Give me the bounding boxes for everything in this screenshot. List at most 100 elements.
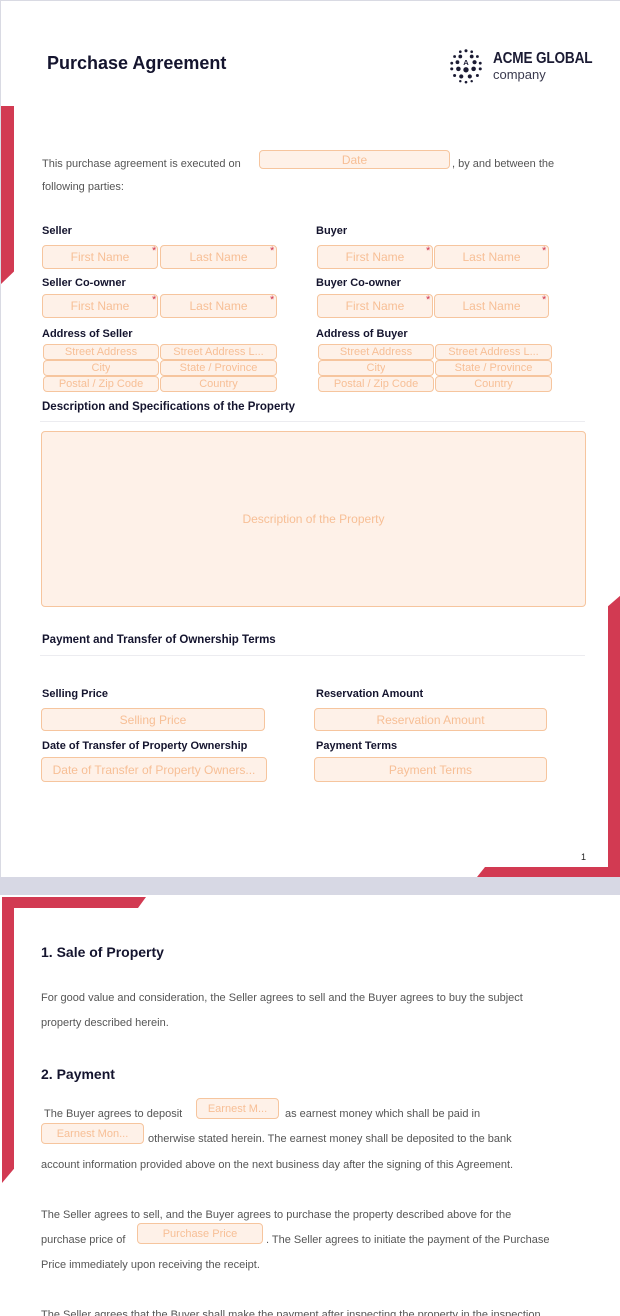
buyer-city-placeholder: City [366, 362, 386, 374]
transfer-date-field[interactable]: Date of Transfer of Property Owners... [41, 757, 267, 782]
required-mark: * [152, 245, 157, 257]
accent-bar-left [1, 106, 14, 284]
buyer-street-placeholder: Street Address [339, 346, 413, 358]
buyer-address-label: Address of Buyer [316, 328, 408, 340]
selling-price-field[interactable]: Selling Price [41, 708, 265, 731]
seller-address-label: Address of Seller [42, 328, 133, 340]
buyer-coowner-first-name-placeholder: First Name [345, 299, 405, 313]
accent-bar-left [2, 897, 14, 1183]
buyer-country-field[interactable]: Country [435, 376, 552, 392]
buyer-coowner-first-name-field[interactable]: First Name [317, 294, 433, 318]
globe-dots-icon: A [450, 49, 482, 84]
divider [40, 421, 585, 422]
purchase-price-field[interactable]: Purchase Price [137, 1223, 263, 1244]
reservation-amount-label: Reservation Amount [316, 688, 424, 700]
document-page-2: 1. Sale of Property For good value and c… [0, 895, 620, 1316]
accent-bar-top [2, 897, 146, 908]
payment-terms-heading: Payment and Transfer of Ownership Terms [42, 634, 276, 646]
buyer-street2-placeholder: Street Address L... [448, 346, 539, 358]
page-separator [0, 877, 620, 895]
reservation-amount-placeholder: Reservation Amount [376, 712, 485, 727]
buyer-coowner-last-name-field[interactable]: Last Name [434, 294, 549, 318]
seller-city-placeholder: City [91, 362, 111, 374]
earnest-money-placeholder: Earnest M... [207, 1102, 268, 1115]
seller-state-placeholder: State / Province [179, 362, 258, 374]
payment-text-1b: as earnest money which shall be paid in [285, 1108, 481, 1120]
payment-text-2c: . The Seller agrees to initiate the paym… [266, 1234, 550, 1246]
svg-text:A: A [463, 58, 469, 67]
earnest-money-terms-placeholder: Earnest Mon... [56, 1127, 129, 1140]
payment-text-2a: The Seller agrees to sell, and the Buyer… [41, 1209, 512, 1221]
required-mark: * [542, 294, 547, 306]
payment-text-1a: The Buyer agrees to deposit [44, 1108, 183, 1120]
seller-coowner-first-name-field[interactable]: First Name [42, 294, 158, 318]
page-number: 1 [581, 852, 587, 862]
required-mark: * [270, 294, 275, 306]
buyer-first-name-field[interactable]: First Name [317, 245, 433, 269]
seller-street-address-field[interactable]: Street Address [43, 344, 159, 360]
section-2-heading: 2. Payment [41, 1066, 115, 1082]
reservation-amount-field[interactable]: Reservation Amount [314, 708, 547, 731]
intro-text-after: , by and between the [452, 158, 555, 170]
payment-text-2d: Price immediately upon receiving the rec… [41, 1259, 260, 1271]
required-mark: * [542, 245, 547, 257]
payment-text-2b: purchase price of [41, 1234, 126, 1246]
page-title: Purchase Agreement [47, 53, 227, 73]
intro-text-line2: following parties: [42, 181, 124, 193]
payment-text-1d: account information provided above on th… [41, 1159, 514, 1171]
payment-text-3a: The Seller agrees that the Buyer shall m… [41, 1309, 541, 1316]
payment-terms-field[interactable]: Payment Terms [314, 757, 547, 782]
seller-street2-placeholder: Street Address L... [173, 346, 264, 358]
accent-bar-right [608, 595, 620, 877]
buyer-street-address-field[interactable]: Street Address [318, 344, 434, 360]
buyer-city-field[interactable]: City [318, 360, 434, 376]
required-mark: * [152, 294, 157, 306]
document-page-1: Purchase Agreement A ACME GLOBAL company… [0, 0, 620, 877]
section-1-line-2: property described herein. [41, 1017, 169, 1029]
payment-text-1c: otherwise stated herein. The earnest mon… [148, 1133, 512, 1145]
buyer-state-placeholder: State / Province [454, 362, 533, 374]
date-placeholder: Date [341, 152, 368, 167]
description-heading: Description and Specifications of the Pr… [42, 401, 296, 413]
seller-zip-field[interactable]: Postal / Zip Code [43, 376, 159, 392]
seller-country-placeholder: Country [199, 378, 238, 390]
description-placeholder: Description of the Property [242, 512, 385, 526]
section-1-heading: 1. Sale of Property [41, 944, 164, 960]
divider [40, 655, 585, 656]
buyer-last-name-field[interactable]: Last Name [434, 245, 549, 269]
seller-coowner-first-name-placeholder: First Name [70, 299, 130, 313]
payment-terms-placeholder: Payment Terms [388, 762, 473, 777]
buyer-street-address-line2-field[interactable]: Street Address L... [435, 344, 552, 360]
buyer-coowner-label: Buyer Co-owner [316, 277, 401, 289]
buyer-label: Buyer [316, 225, 348, 237]
seller-zip-placeholder: Postal / Zip Code [58, 378, 144, 390]
seller-state-field[interactable]: State / Province [160, 360, 277, 376]
logo-subtitle: company [493, 66, 546, 82]
purchase-price-placeholder: Purchase Price [162, 1227, 238, 1240]
seller-street-placeholder: Street Address [64, 346, 138, 358]
transfer-date-label: Date of Transfer of Property Ownership [42, 740, 248, 752]
accent-bar-bottom [477, 867, 620, 877]
earnest-money-terms-field[interactable]: Earnest Mon... [41, 1123, 144, 1144]
seller-coowner-label: Seller Co-owner [42, 277, 126, 289]
section-1-text: For good value and consideration, the Se… [41, 986, 586, 1036]
seller-first-name-placeholder: First Name [70, 250, 130, 264]
seller-coowner-last-name-field[interactable]: Last Name [160, 294, 277, 318]
selling-price-placeholder: Selling Price [119, 712, 187, 727]
seller-label: Seller [42, 225, 72, 237]
company-logo: A ACME GLOBAL company [447, 47, 610, 85]
agreement-date-field[interactable]: Date [259, 150, 450, 169]
seller-last-name-field[interactable]: Last Name [160, 245, 277, 269]
buyer-state-field[interactable]: State / Province [435, 360, 552, 376]
property-description-textarea[interactable]: Description of the Property [41, 431, 586, 607]
buyer-coowner-last-name-placeholder: Last Name [462, 299, 521, 313]
required-mark: * [426, 245, 431, 257]
section-1-line-1: For good value and consideration, the Se… [41, 992, 523, 1004]
seller-country-field[interactable]: Country [160, 376, 277, 392]
earnest-money-amount-field[interactable]: Earnest M... [196, 1098, 279, 1119]
seller-last-name-placeholder: Last Name [189, 250, 248, 264]
buyer-zip-field[interactable]: Postal / Zip Code [318, 376, 434, 392]
seller-city-field[interactable]: City [43, 360, 159, 376]
seller-first-name-field[interactable]: First Name [42, 245, 158, 269]
seller-street-address-line2-field[interactable]: Street Address L... [160, 344, 277, 360]
